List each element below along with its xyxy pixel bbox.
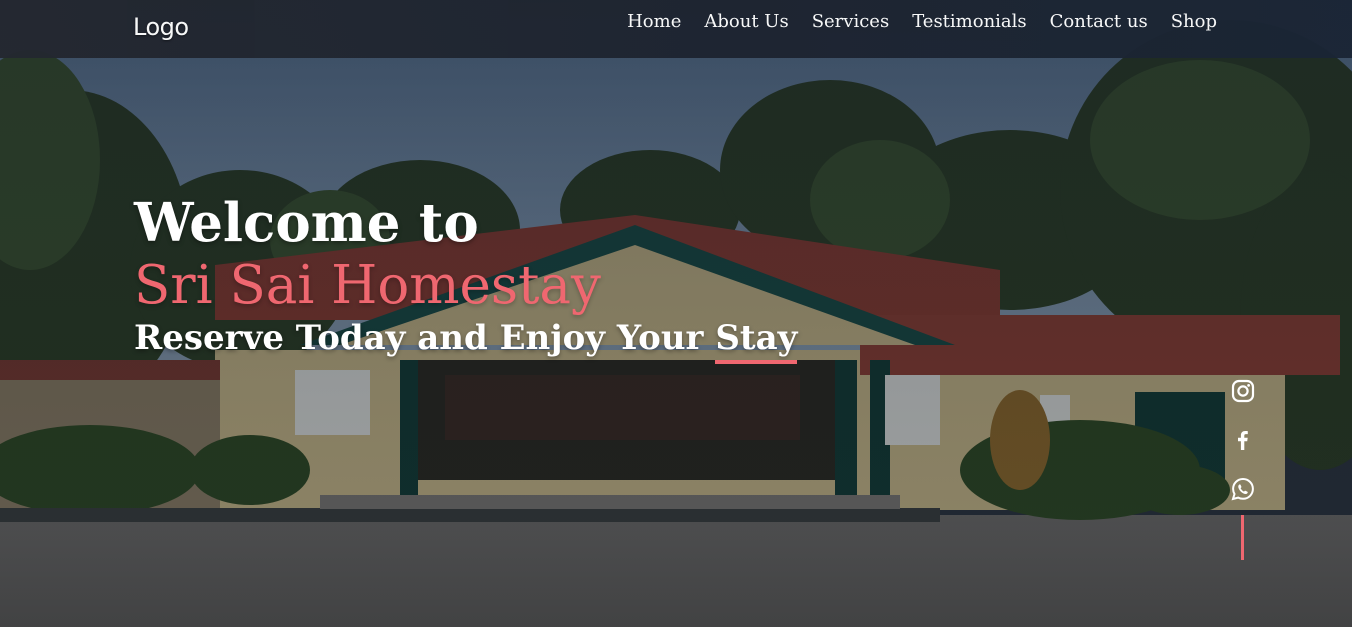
- instagram-icon[interactable]: [1230, 378, 1256, 404]
- nav-link-shop[interactable]: Shop: [1171, 10, 1217, 34]
- social-links: [1230, 378, 1256, 560]
- nav-link-services[interactable]: Services: [812, 10, 889, 34]
- hero-welcome: Welcome to: [134, 192, 479, 254]
- nav-link-contact-us[interactable]: Contact us: [1050, 10, 1148, 34]
- nav-link-about-us[interactable]: About Us: [704, 10, 788, 34]
- social-divider-line: [1241, 515, 1244, 560]
- nav-link-home[interactable]: Home: [627, 10, 681, 34]
- facebook-icon[interactable]: [1230, 427, 1256, 453]
- hero-tagline: Reserve Today and Enjoy Your Stay: [134, 316, 798, 364]
- hero-tagline-main: Reserve Today and Enjoy Your: [134, 318, 716, 358]
- hero-tagline-underlined: Stay: [715, 318, 798, 364]
- hero-brand-name: Sri Sai Homestay: [134, 255, 601, 316]
- nav-links: Home About Us Services Testimonials Cont…: [627, 10, 1217, 34]
- logo[interactable]: Logo: [133, 13, 189, 41]
- hero-text: Welcome to Sri Sai Homestay Reserve Toda…: [134, 190, 798, 364]
- nav-link-testimonials[interactable]: Testimonials: [912, 10, 1026, 34]
- navbar: Logo Home About Us Services Testimonials…: [0, 0, 1352, 58]
- whatsapp-icon[interactable]: [1230, 476, 1256, 502]
